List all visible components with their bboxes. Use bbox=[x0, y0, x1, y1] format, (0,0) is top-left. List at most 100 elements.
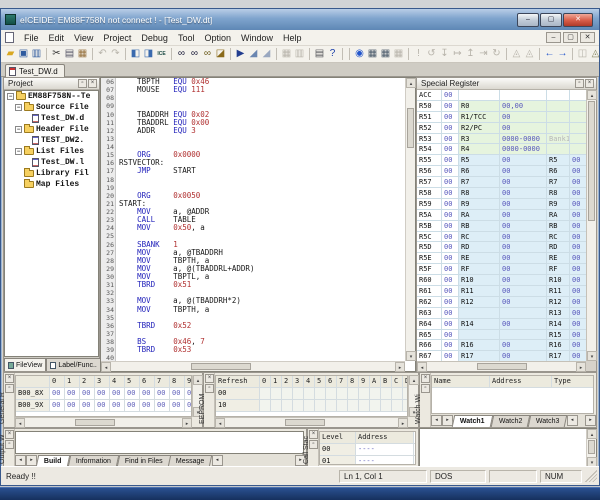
scroll-up-icon[interactable]: ▴ bbox=[587, 90, 597, 100]
watch-scroll-left-icon[interactable]: ◂ bbox=[431, 415, 442, 426]
register-name[interactable]: R17 bbox=[547, 351, 570, 361]
find-icon[interactable]: ∞ bbox=[175, 47, 188, 61]
register-value[interactable]: 00 bbox=[442, 199, 459, 209]
cell[interactable]: 00 bbox=[125, 388, 140, 399]
bookmark-icon[interactable]: ◪ bbox=[214, 47, 227, 61]
register-name[interactable]: R10 bbox=[459, 275, 500, 285]
register-value[interactable]: 00 bbox=[442, 242, 459, 252]
cell[interactable]: 00 bbox=[155, 388, 170, 399]
expander-icon[interactable]: − bbox=[7, 93, 14, 100]
cell[interactable]: 00 bbox=[95, 388, 110, 399]
register-value[interactable]: 00 bbox=[570, 351, 586, 361]
register-name[interactable]: R5E bbox=[417, 253, 442, 263]
menu-project[interactable]: Project bbox=[98, 32, 136, 44]
register-name[interactable]: R52 bbox=[417, 123, 442, 133]
tree-item-list-files[interactable]: −List Files bbox=[5, 146, 98, 157]
register-value[interactable]: 00 bbox=[570, 232, 586, 242]
special-register-grid[interactable]: ACC00R5000R000,00R5100R1/TCC00R5200R2/PC… bbox=[417, 90, 586, 361]
register-name[interactable]: R11 bbox=[459, 286, 500, 296]
cell[interactable] bbox=[326, 400, 337, 411]
cell[interactable]: 00 bbox=[80, 400, 95, 411]
register-name[interactable]: R61 bbox=[417, 286, 442, 296]
cell[interactable] bbox=[337, 400, 348, 411]
register-value[interactable]: 00 bbox=[500, 340, 547, 350]
register-value[interactable] bbox=[570, 90, 586, 100]
register-value[interactable]: 00 bbox=[500, 188, 547, 198]
cell[interactable] bbox=[348, 388, 359, 399]
scroll-down-icon[interactable]: ▾ bbox=[406, 351, 416, 361]
back-icon[interactable]: ← bbox=[543, 47, 556, 61]
register-name[interactable]: R5C bbox=[417, 232, 442, 242]
register-name[interactable] bbox=[547, 144, 570, 154]
register-value[interactable]: 00 bbox=[570, 275, 586, 285]
register-horizontal-scrollbar[interactable]: ◂ ▸ bbox=[417, 361, 586, 371]
cell[interactable] bbox=[326, 388, 337, 399]
watch-grid[interactable]: NameAddressType bbox=[431, 375, 594, 414]
register-value[interactable]: 00 bbox=[500, 221, 547, 231]
find-in-files-icon[interactable]: ∞ bbox=[201, 47, 214, 61]
expander-icon[interactable]: − bbox=[15, 104, 22, 111]
trace-into-icon[interactable]: ◢ bbox=[247, 47, 260, 61]
dock-icon[interactable]: ▫ bbox=[5, 440, 14, 449]
dock-icon[interactable]: ▫ bbox=[78, 79, 87, 88]
cell[interactable]: 00 bbox=[140, 388, 155, 399]
register-value[interactable]: 00 bbox=[570, 253, 586, 263]
cell[interactable] bbox=[381, 388, 392, 399]
register-name[interactable]: R65 bbox=[417, 330, 442, 340]
register-value[interactable]: 00 bbox=[442, 155, 459, 165]
register-value[interactable]: 00 bbox=[442, 340, 459, 350]
cell[interactable]: 00 bbox=[50, 388, 65, 399]
cell[interactable] bbox=[337, 388, 348, 399]
register-name[interactable] bbox=[547, 123, 570, 133]
register-name[interactable]: RF bbox=[459, 264, 500, 274]
menu-view[interactable]: View bbox=[69, 32, 98, 44]
cell[interactable] bbox=[392, 400, 403, 411]
register-name[interactable]: RD bbox=[459, 242, 500, 252]
scroll-up-icon[interactable]: ▴ bbox=[409, 375, 419, 385]
register-name[interactable] bbox=[459, 90, 500, 100]
titlebar[interactable]: eICEIDE: EM88F758N not connect ! - [Test… bbox=[1, 9, 599, 30]
register-value[interactable] bbox=[570, 144, 586, 154]
register-name[interactable]: R5B bbox=[417, 221, 442, 231]
register-value[interactable]: 00 bbox=[500, 199, 547, 209]
scroll-right-icon[interactable]: ▸ bbox=[576, 362, 586, 372]
register-value[interactable]: 00 bbox=[442, 166, 459, 176]
open-file-icon[interactable]: ▰ bbox=[4, 47, 17, 61]
menu-file[interactable]: File bbox=[19, 32, 44, 44]
scrollbar-thumb[interactable] bbox=[285, 419, 325, 426]
watch-scroll-right-icon[interactable]: ▸ bbox=[585, 415, 596, 426]
scroll-left-icon[interactable]: ◂ bbox=[101, 362, 111, 372]
register-value[interactable]: 00 bbox=[500, 253, 547, 263]
close-button[interactable]: ✕ bbox=[563, 13, 593, 27]
scroll-right-icon[interactable]: ▸ bbox=[395, 362, 405, 372]
child-minimize-button[interactable]: – bbox=[546, 32, 561, 43]
tree-item-test-dw-l[interactable]: Test_DW.l bbox=[5, 157, 98, 168]
cell[interactable] bbox=[271, 400, 282, 411]
dock-icon[interactable]: ▫ bbox=[575, 79, 584, 88]
close-icon[interactable]: × bbox=[88, 79, 97, 88]
power-icon[interactable]: ◉ bbox=[353, 47, 366, 61]
row-label[interactable]: 01 bbox=[320, 456, 356, 465]
register-value[interactable]: 00 bbox=[570, 330, 586, 340]
register-value[interactable]: 00 bbox=[570, 264, 586, 274]
register-value[interactable]: 00 bbox=[570, 177, 586, 187]
register-name[interactable]: R14 bbox=[547, 319, 570, 329]
project-tree[interactable]: −EM88F758N--Te−Source FileTest_DW.d−Head… bbox=[4, 90, 99, 357]
register-vertical-scrollbar[interactable]: ▴ ▾ bbox=[586, 90, 596, 361]
register-value[interactable]: 00 bbox=[500, 264, 547, 274]
register-name[interactable]: ACC bbox=[417, 90, 442, 100]
register-value[interactable]: 00 bbox=[570, 286, 586, 296]
cell[interactable] bbox=[260, 388, 271, 399]
register-value[interactable] bbox=[500, 90, 547, 100]
output-text-area[interactable] bbox=[15, 431, 304, 454]
register-name[interactable]: R9 bbox=[459, 199, 500, 209]
scroll-up-icon[interactable]: ▴ bbox=[193, 375, 203, 385]
menu-tool[interactable]: Tool bbox=[173, 32, 200, 44]
close-icon[interactable]: × bbox=[5, 374, 14, 383]
cell[interactable] bbox=[392, 388, 403, 399]
register-name[interactable]: R17 bbox=[459, 351, 500, 361]
register-name[interactable]: R6 bbox=[547, 166, 570, 176]
cell[interactable]: 00 bbox=[95, 400, 110, 411]
scrollbar-thumb[interactable] bbox=[477, 363, 527, 370]
eeprom-grid[interactable]: Refresh0123456789ABCD0010 bbox=[215, 375, 408, 417]
